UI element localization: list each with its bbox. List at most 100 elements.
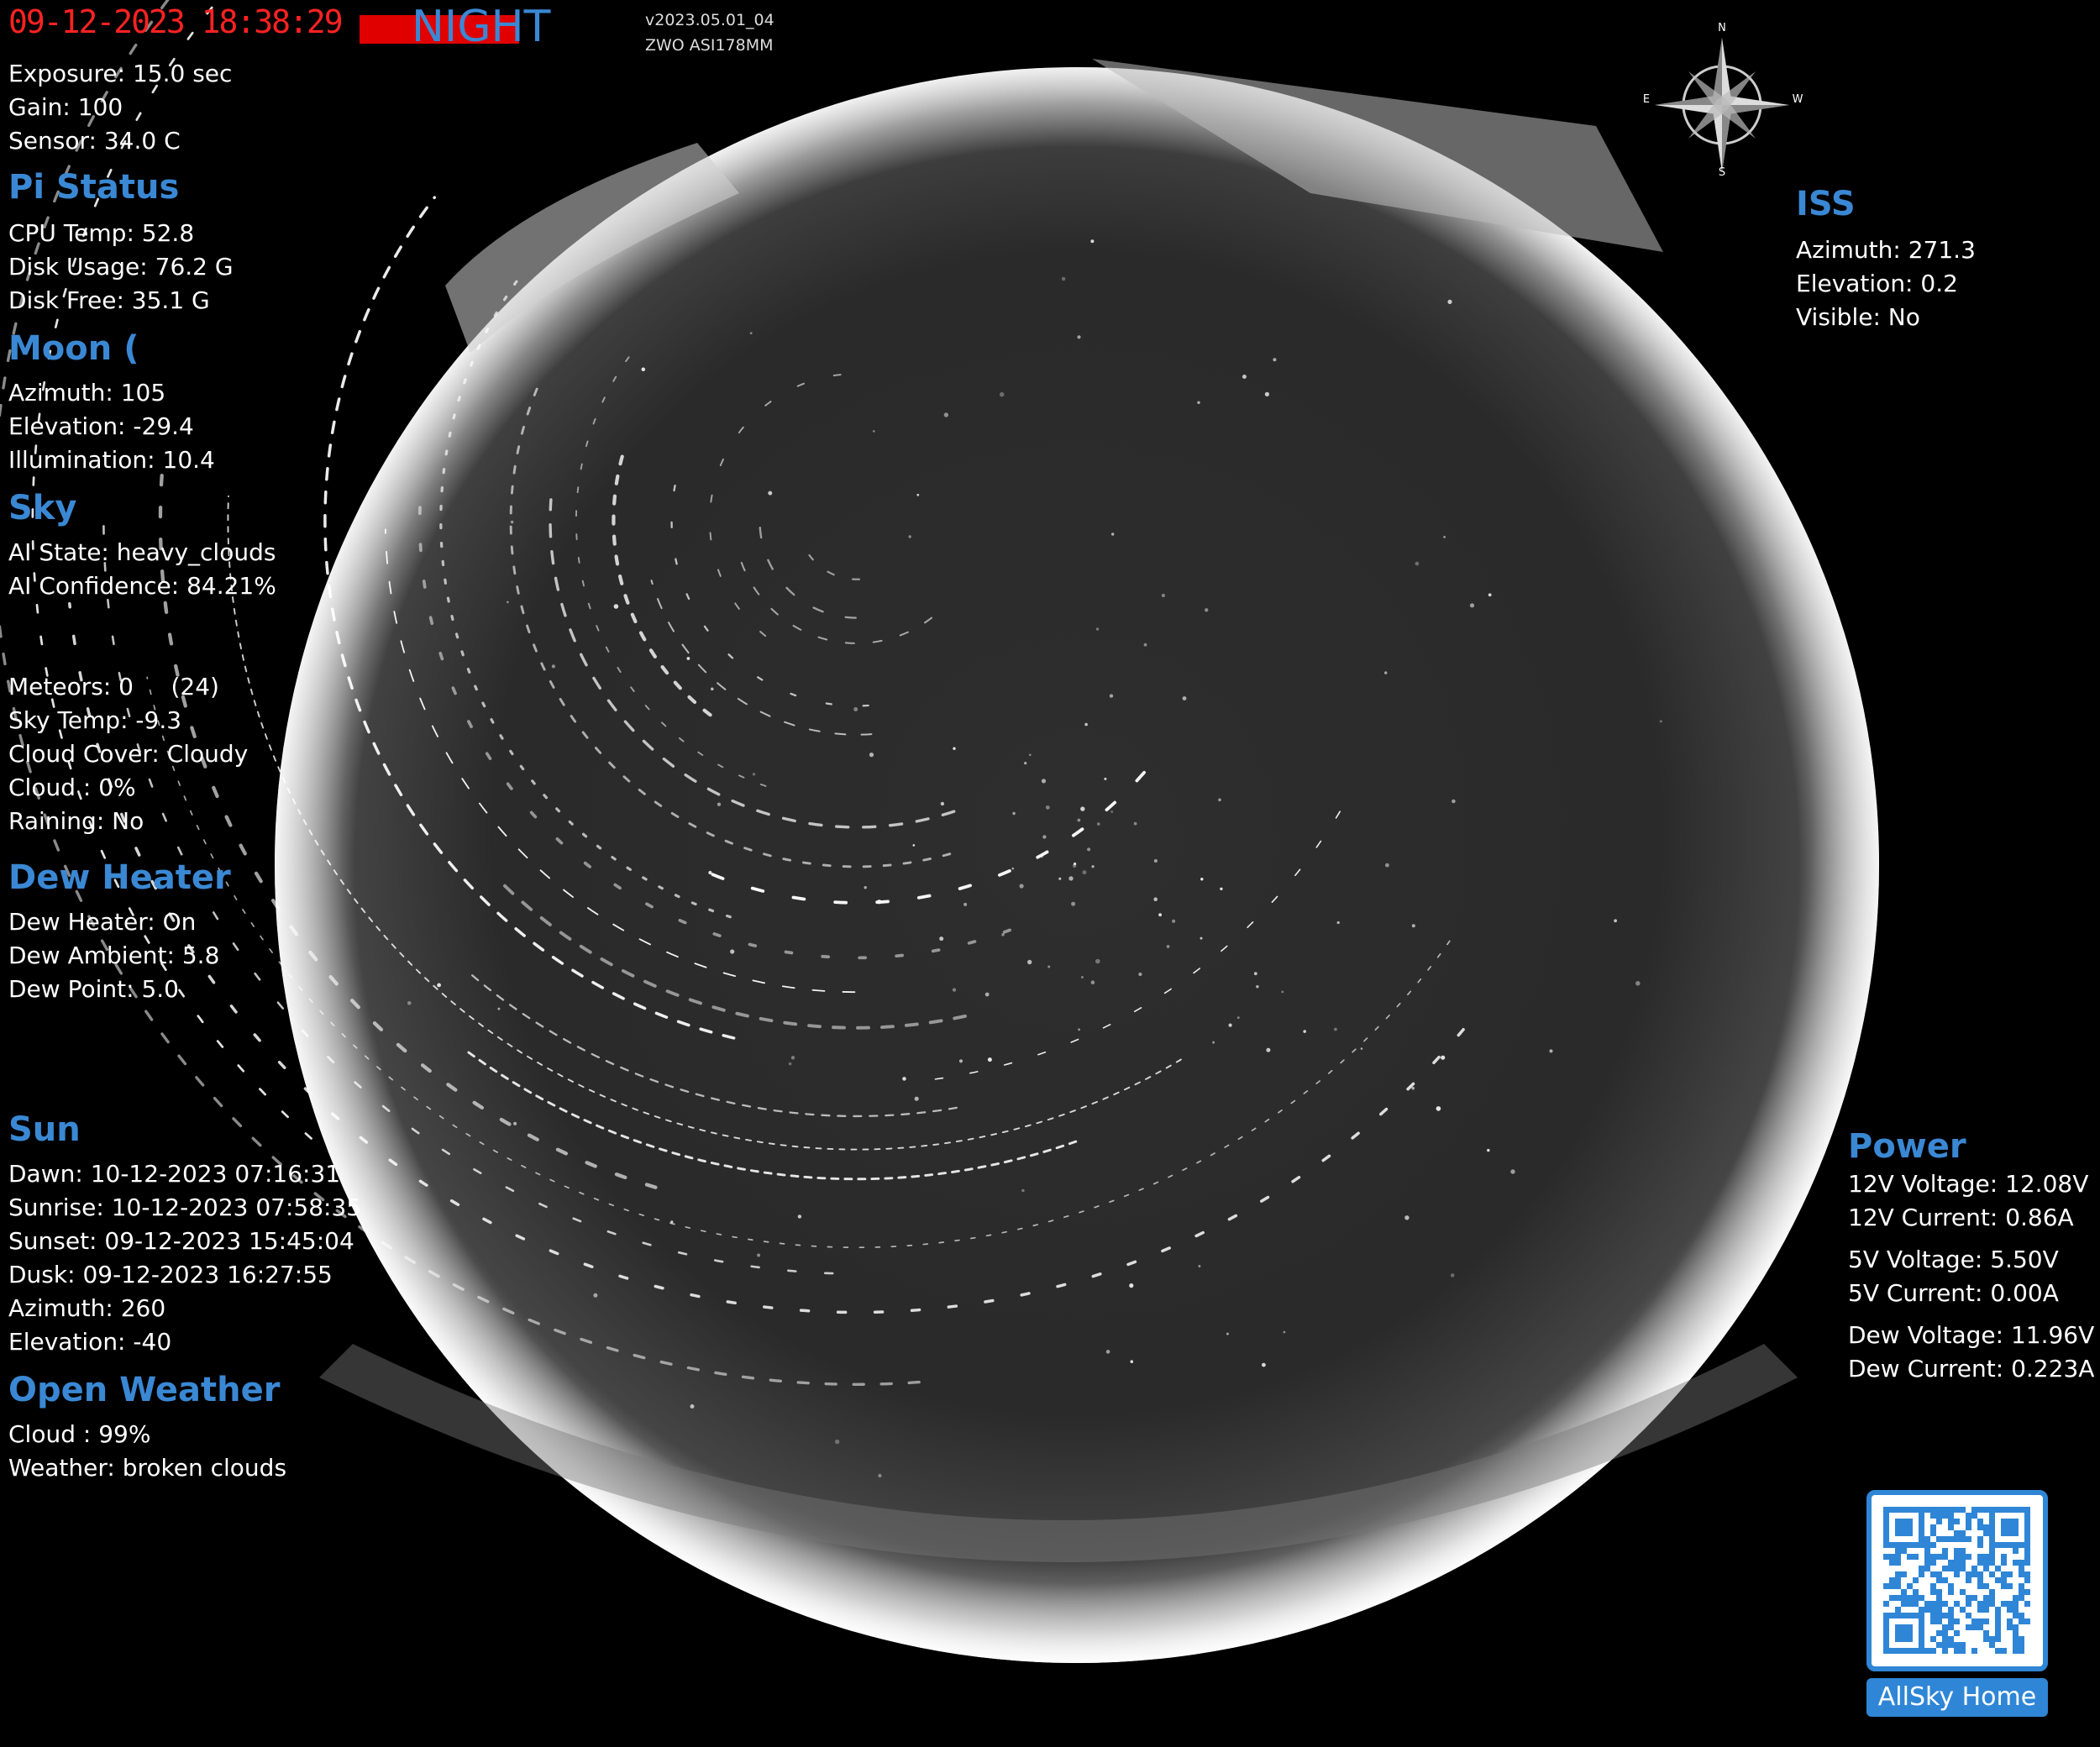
qr-module xyxy=(1936,1519,1942,1524)
sunrise-value: 10-12-2023 07:58:35 xyxy=(111,1194,362,1221)
qr-module xyxy=(1907,1595,1913,1601)
cpu-temp-value: 52.8 xyxy=(141,219,195,247)
qr-module xyxy=(2007,1507,2013,1513)
qr-module xyxy=(1883,1542,1889,1548)
dusk-label: Dusk: xyxy=(8,1261,83,1288)
qr-module xyxy=(1907,1554,1913,1560)
qr-module xyxy=(1960,1548,1966,1554)
star xyxy=(1228,1023,1232,1027)
qr-module xyxy=(1889,1507,1895,1513)
qr-module xyxy=(1960,1560,1966,1566)
qr-module xyxy=(1936,1507,1942,1513)
star xyxy=(1028,753,1032,757)
star xyxy=(940,801,945,806)
star xyxy=(1197,401,1200,404)
star xyxy=(1058,877,1062,880)
qr-module xyxy=(2024,1524,2030,1530)
star xyxy=(1027,959,1032,965)
star xyxy=(1334,1027,1337,1031)
12v-current-row: 12V Current: 0.86A xyxy=(1848,1201,2074,1235)
star xyxy=(1172,919,1176,923)
allsky-home-button[interactable]: AllSky Home xyxy=(1866,1678,2048,1717)
star xyxy=(1078,1028,1080,1031)
exposure-text: Exposure: 15.0 sec xyxy=(8,60,233,87)
star xyxy=(1080,806,1085,811)
qr-module xyxy=(1977,1560,1983,1566)
star xyxy=(984,992,990,997)
qr-module xyxy=(1883,1536,1889,1542)
qr-module xyxy=(1971,1648,1977,1654)
moon-elevation-value: -29.4 xyxy=(133,412,194,440)
dawn-value: 10-12-2023 07:16:31 xyxy=(90,1160,341,1188)
qr-module xyxy=(1930,1530,1936,1536)
qr-module xyxy=(1907,1530,1913,1536)
qr-module xyxy=(1966,1536,1971,1542)
qr-module xyxy=(1995,1507,2001,1513)
qr-module xyxy=(1960,1642,1966,1648)
qr-module xyxy=(1901,1636,1907,1642)
star xyxy=(708,870,712,875)
qr-module xyxy=(1971,1507,1977,1513)
star xyxy=(641,367,646,372)
qr-module xyxy=(1977,1554,1983,1560)
star xyxy=(1411,924,1415,928)
star xyxy=(1045,805,1050,810)
version-text: v2023.05.01_04 xyxy=(645,11,774,29)
qr-module xyxy=(2013,1630,2019,1636)
star xyxy=(1469,603,1475,608)
qr-module xyxy=(1919,1524,1924,1530)
qr-module xyxy=(2013,1642,2019,1648)
qr-module xyxy=(1954,1554,1960,1560)
qr-module xyxy=(1907,1507,1913,1513)
qr-module xyxy=(1936,1554,1942,1560)
qr-module xyxy=(2024,1536,2030,1542)
qr-module xyxy=(2013,1548,2019,1554)
qr-module xyxy=(2007,1530,2013,1536)
dew-ambient-row: Dew Ambient: 5.8 xyxy=(8,939,219,973)
qr-module xyxy=(1995,1607,2001,1613)
dew-ambient-label: Dew Ambient: xyxy=(8,942,182,969)
qr-module xyxy=(1907,1624,1913,1630)
qr-module xyxy=(1919,1595,1924,1601)
qr-code-icon xyxy=(1883,1507,2030,1654)
qr-module xyxy=(1989,1542,1995,1548)
qr-module xyxy=(1901,1595,1907,1601)
qr-module xyxy=(1930,1513,1936,1519)
qr-module xyxy=(2013,1636,2019,1642)
qr-module xyxy=(1895,1630,1901,1636)
qr-module xyxy=(2013,1530,2019,1536)
qr-module xyxy=(1954,1536,1960,1542)
dew-ambient-value: 5.8 xyxy=(181,942,220,969)
qr-module xyxy=(1907,1524,1913,1530)
moon-azimuth-row: Azimuth: 105 xyxy=(8,376,165,410)
star xyxy=(1080,976,1084,978)
disk-free-row: Disk Free: 35.1 G xyxy=(8,284,210,317)
sky-title: Sky xyxy=(8,489,77,527)
qr-module xyxy=(1989,1554,1995,1560)
qr-module xyxy=(1966,1601,1971,1607)
qr-module xyxy=(1954,1507,1960,1513)
qr-module xyxy=(2001,1554,2007,1560)
qr-module xyxy=(1971,1618,1977,1624)
qr-module xyxy=(1936,1577,1942,1583)
sun-elevation-value: -40 xyxy=(133,1328,172,1356)
qr-module xyxy=(1977,1607,1983,1613)
qr-module xyxy=(2007,1624,2013,1630)
disk-free-label: Disk Free: xyxy=(8,286,132,314)
qr-module xyxy=(1895,1648,1901,1654)
qr-module xyxy=(1889,1577,1895,1583)
star xyxy=(730,949,735,954)
qr-code-frame[interactable] xyxy=(1866,1490,2048,1671)
qr-module xyxy=(1907,1542,1913,1548)
qr-module xyxy=(1960,1566,1966,1571)
qr-module xyxy=(1942,1642,1948,1648)
qr-module xyxy=(2019,1648,2024,1654)
qr-module xyxy=(1942,1601,1948,1607)
star xyxy=(1011,867,1015,870)
qr-module xyxy=(1883,1513,1889,1519)
qr-module xyxy=(1983,1554,1989,1560)
qr-module xyxy=(2001,1530,2007,1536)
qr-module xyxy=(1942,1577,1948,1583)
qr-module xyxy=(1948,1566,1954,1571)
qr-module xyxy=(1913,1542,1919,1548)
